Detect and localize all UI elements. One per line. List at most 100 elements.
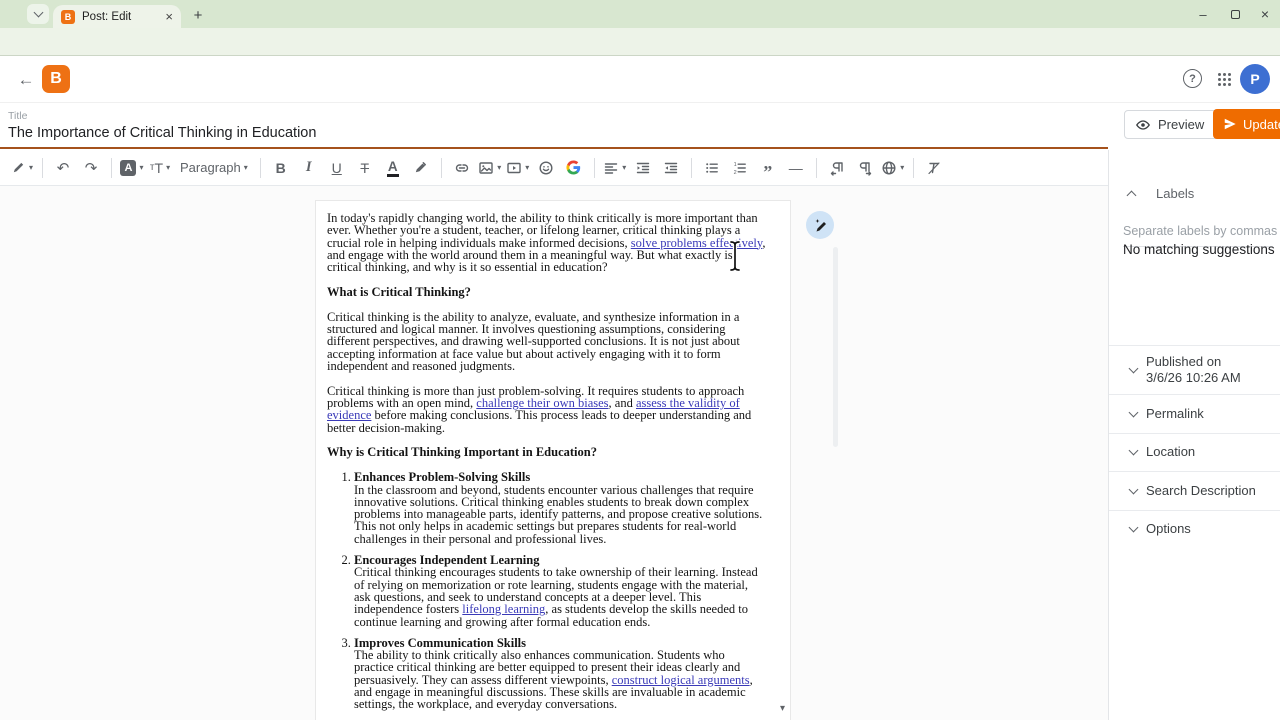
- section-label: Search Description: [1146, 482, 1256, 498]
- insert-emoji-button[interactable]: [534, 155, 558, 181]
- chevron-down-icon: [1128, 445, 1138, 456]
- link-icon: [455, 163, 468, 172]
- labels-input-placeholder: Separate labels by commas: [1123, 224, 1278, 238]
- blogger-back-button[interactable]: ←: [14, 68, 38, 92]
- numbered-list-icon: 12: [733, 162, 746, 176]
- italic-button[interactable]: I: [297, 155, 321, 181]
- sidebar-section-permalink[interactable]: Permalink: [1109, 394, 1280, 433]
- help-me-write-button[interactable]: [806, 211, 834, 239]
- labels-section-label: Labels: [1156, 186, 1195, 201]
- editor-toolbar: ▾ ↶ ↷ A ▾ т T ▾ Paragraph ▾ B I U T A ▾ ▾ ▾ …: [0, 150, 1108, 186]
- insert-image-button[interactable]: ▾: [478, 155, 502, 181]
- toolbar-separator: [815, 157, 817, 178]
- globe-icon: [882, 160, 896, 175]
- compose-mode-button[interactable]: ▾: [10, 155, 34, 181]
- outdent-button[interactable]: [659, 155, 683, 181]
- new-tab-button[interactable]: +: [186, 5, 210, 25]
- post-settings-sidebar: Labels Separate labels by commas No matc…: [1108, 150, 1280, 720]
- tab-list-button[interactable]: [27, 4, 49, 24]
- font-size-button[interactable]: т T ▾: [148, 155, 172, 181]
- font-icon: A: [120, 159, 137, 176]
- translate-button[interactable]: ▾: [881, 155, 905, 181]
- undo-button[interactable]: ↶: [51, 155, 75, 181]
- quote-button[interactable]: ”: [756, 155, 780, 181]
- post-heading: What is Critical Thinking?: [327, 284, 471, 299]
- svg-text:2: 2: [733, 170, 736, 176]
- apps-grid-icon: [1218, 73, 1221, 76]
- post-paragraph: In today's rapidly changing world, the a…: [327, 212, 766, 274]
- toolbar-separator: [690, 157, 692, 178]
- blogger-header: [0, 56, 1280, 103]
- update-button[interactable]: Update: [1213, 109, 1280, 139]
- text-color-button[interactable]: A: [381, 155, 405, 181]
- ai-pencil-icon: [815, 219, 826, 232]
- tab-close-icon[interactable]: ×: [165, 10, 173, 23]
- title-field-label: Title: [8, 110, 28, 122]
- toolbar-separator: [259, 157, 261, 178]
- chevron-down-icon: ▾: [28, 163, 33, 172]
- bulleted-list-button[interactable]: [700, 155, 724, 181]
- update-label: Update: [1243, 116, 1280, 132]
- chevron-down-icon: ▾: [525, 163, 530, 172]
- chevron-down-icon: [1128, 484, 1138, 495]
- bold-button[interactable]: B: [269, 155, 293, 181]
- chevron-down-icon: [1128, 522, 1138, 533]
- post-editor[interactable]: In today's rapidly changing world, the a…: [315, 200, 791, 720]
- post-paragraph: Critical thinking is more than just prob…: [327, 384, 766, 434]
- insert-link-button[interactable]: [450, 155, 474, 181]
- sidebar-section-published-on[interactable]: Published on 3/6/26 10:26 AM: [1109, 345, 1280, 394]
- google-apps-button[interactable]: [1218, 73, 1232, 87]
- strikethrough-button[interactable]: T: [353, 155, 377, 181]
- chevron-down-icon: ▾: [166, 163, 171, 172]
- window-restore-button[interactable]: [1220, 0, 1250, 28]
- title-focus-underline: [0, 147, 1108, 149]
- underline-button[interactable]: U: [325, 155, 349, 181]
- account-avatar[interactable]: P: [1240, 64, 1270, 94]
- page-scrollbar-thumb[interactable]: [833, 247, 838, 447]
- sidebar-section-search-description[interactable]: Search Description: [1109, 471, 1280, 510]
- paragraph-style-select[interactable]: Paragraph ▾: [176, 155, 252, 181]
- sidebar-section-options[interactable]: Options: [1109, 509, 1280, 549]
- sidebar-section-location[interactable]: Location: [1109, 432, 1280, 472]
- insert-video-button[interactable]: ▾: [506, 155, 530, 181]
- section-label: Location: [1146, 444, 1196, 459]
- post-body[interactable]: In today's rapidly changing world, the a…: [316, 201, 790, 720]
- sidebar-section-labels[interactable]: Labels: [1119, 186, 1194, 201]
- preview-button-main[interactable]: Preview: [1125, 111, 1214, 138]
- align-left-icon: [605, 162, 618, 174]
- chevron-down-icon: [33, 7, 43, 18]
- chevron-down-icon: [1128, 407, 1138, 418]
- editor-scroll-down-arrow[interactable]: ▾: [780, 703, 785, 714]
- list-item: Enhances Problem-Solving SkillsIn the cl…: [354, 471, 766, 545]
- list-item: Encourages Independent LearningCritical …: [354, 554, 766, 628]
- help-button[interactable]: ?: [1183, 69, 1202, 88]
- toolbar-separator: [111, 157, 112, 178]
- window-minimize-button[interactable]: –: [1188, 0, 1218, 28]
- google-icon: [566, 160, 581, 175]
- paragraph-style-label: Paragraph: [180, 160, 241, 175]
- font-family-button[interactable]: A ▾: [120, 155, 144, 181]
- highlighter-icon: [416, 162, 427, 173]
- search-insert-button[interactable]: [562, 155, 586, 181]
- browser-tab[interactable]: B Post: Edit ×: [53, 5, 181, 28]
- chevron-up-icon: [1126, 190, 1136, 201]
- clear-formatting-button[interactable]: [922, 155, 946, 181]
- indent-button[interactable]: [631, 155, 655, 181]
- horizontal-rule-button[interactable]: —: [784, 155, 808, 181]
- align-button[interactable]: ▾: [603, 155, 627, 181]
- toolbar-separator: [440, 157, 442, 178]
- title-input[interactable]: The Importance of Critical Thinking in E…: [8, 125, 316, 141]
- ltr-button[interactable]: [825, 155, 849, 181]
- redo-button[interactable]: ↷: [79, 155, 103, 181]
- blogger-logo[interactable]: B: [42, 65, 70, 93]
- eye-icon: [1136, 119, 1150, 130]
- highlight-button[interactable]: [409, 155, 433, 181]
- rtl-button[interactable]: [853, 155, 877, 181]
- restore-icon: [1230, 9, 1240, 19]
- chevron-down-icon: ▾: [900, 163, 905, 172]
- section-label: Permalink: [1146, 405, 1204, 421]
- numbered-list-button[interactable]: 12: [728, 155, 752, 181]
- window-close-button[interactable]: ×: [1250, 0, 1280, 28]
- browser-navbar: ← → blogger.com/blog/post/edit/884904009…: [0, 28, 1280, 80]
- text-cursor: [727, 239, 743, 278]
